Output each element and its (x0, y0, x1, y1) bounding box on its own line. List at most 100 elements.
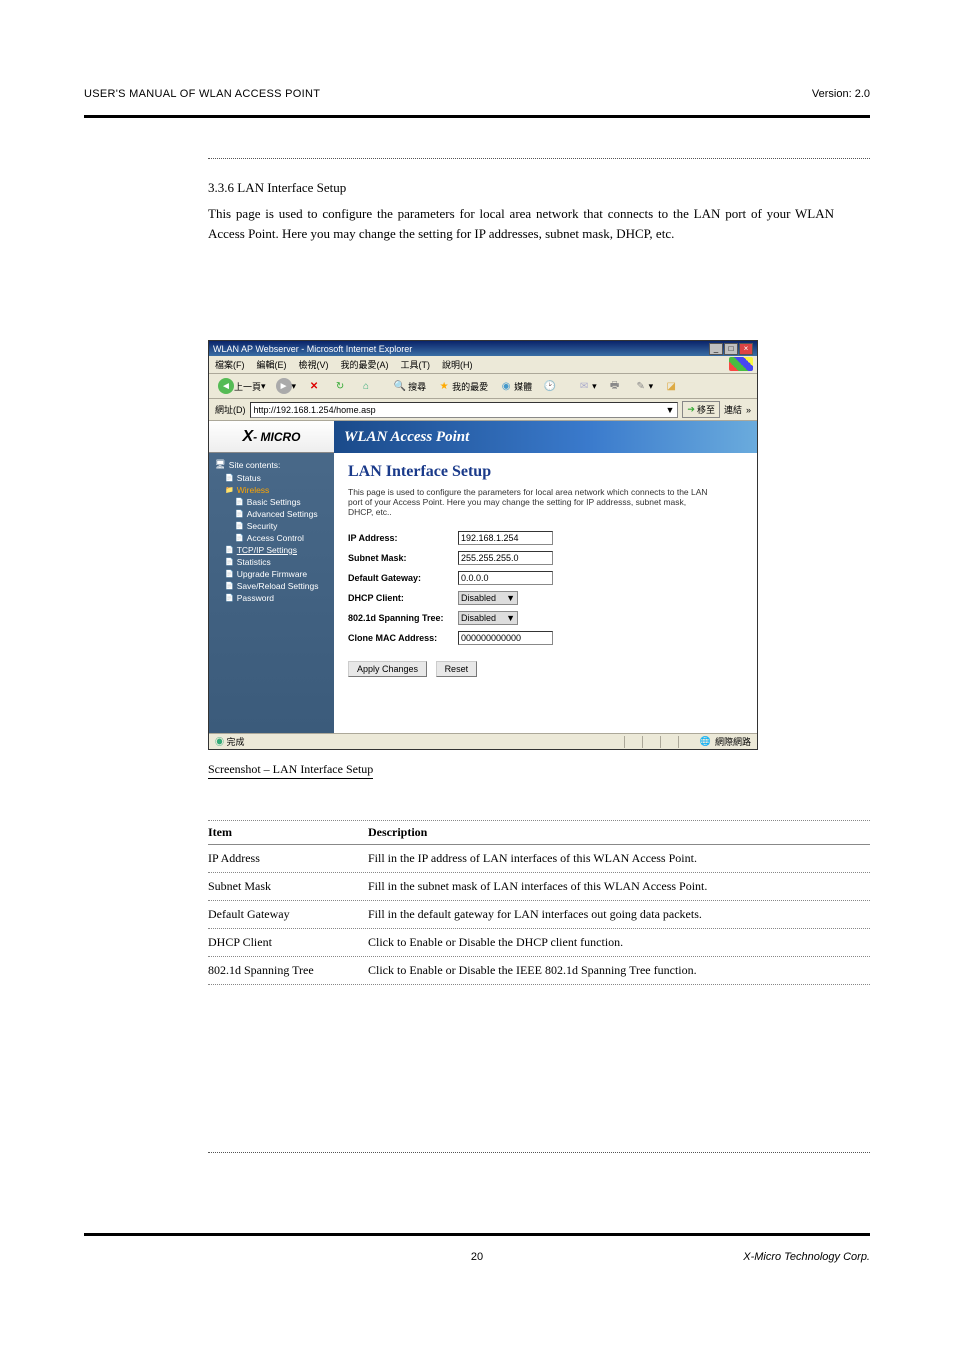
minimize-button[interactable]: _ (709, 343, 723, 355)
banner: WLAN Access Point (334, 421, 757, 453)
footer-rule (84, 1233, 870, 1241)
mail-icon: ✉ (576, 378, 592, 394)
gateway-label: Default Gateway: (348, 573, 458, 583)
forward-icon: ► (276, 378, 292, 394)
discuss-icon: ◪ (663, 378, 679, 394)
menu-file[interactable]: 檔案(F) (215, 358, 245, 371)
refresh-icon: ↻ (332, 378, 348, 394)
media-icon: ◉ (498, 378, 514, 394)
status-zone: 網際網路 (715, 735, 751, 748)
dhcp-label: DHCP Client: (348, 593, 458, 603)
table-row: IP Address Fill in the IP address of LAN… (208, 845, 870, 873)
tree-root: 🖥 Site contents: (211, 457, 332, 472)
footer-company: X-Micro Technology Corp. (743, 1251, 870, 1263)
menu-favorites[interactable]: 我的最愛(A) (341, 358, 389, 371)
screenshot: WLAN AP Webserver - Microsoft Internet E… (208, 340, 758, 750)
reset-button[interactable]: Reset (436, 661, 478, 677)
edit-button[interactable]: ✎▾ (630, 377, 657, 395)
sidebar-item-advanced[interactable]: Advanced Settings (233, 508, 332, 520)
sidebar-item-tcpip[interactable]: TCP/IP Settings (223, 544, 332, 556)
section-number: 3.3.6 LAN Interface Setup (208, 180, 834, 196)
discuss-button[interactable]: ◪ (660, 377, 682, 395)
definition-table: Item Description IP Address Fill in the … (208, 820, 870, 985)
forward-button[interactable]: ► ▾ (273, 377, 300, 395)
figure-caption: Screenshot – LAN Interface Setup (208, 762, 373, 779)
mail-button[interactable]: ✉▾ (573, 377, 600, 395)
done-icon: ◉ (215, 737, 224, 747)
window-titlebar: WLAN AP Webserver - Microsoft Internet E… (209, 341, 757, 356)
home-icon: ⌂ (358, 378, 374, 394)
star-icon: ★ (436, 378, 452, 394)
sidebar-item-status[interactable]: Status (223, 472, 332, 484)
dhcp-select[interactable]: Disabled▼ (458, 591, 518, 605)
media-button[interactable]: ◉媒體 (495, 377, 535, 395)
home-button[interactable]: ⌂ (355, 377, 377, 395)
header-rule (84, 110, 870, 118)
doc-header-left: USER'S MANUAL OF WLAN ACCESS POINT (84, 88, 320, 100)
sidebar-item-access[interactable]: Access Control (233, 532, 332, 544)
page-title: LAN Interface Setup (348, 463, 743, 481)
sidebar-item-stats[interactable]: Statistics (223, 556, 332, 568)
go-icon: ➔ (687, 404, 695, 415)
address-input[interactable]: http://192.168.1.254/home.asp▼ (250, 402, 679, 418)
col-header-item: Item (208, 825, 368, 840)
gateway-input[interactable]: 0.0.0.0 (458, 571, 553, 585)
chevron-icon[interactable]: » (746, 405, 751, 415)
window-title: WLAN AP Webserver - Microsoft Internet E… (213, 344, 412, 354)
table-row: 802.1d Spanning Tree Click to Enable or … (208, 957, 870, 985)
edit-icon: ✎ (633, 378, 649, 394)
stop-button[interactable]: ✕ (303, 377, 325, 395)
main-content: WLAN Access Point LAN Interface Setup Th… (334, 421, 757, 749)
search-button[interactable]: 🔍搜尋 (389, 377, 429, 395)
maximize-button[interactable]: □ (724, 343, 738, 355)
sidebar-item-upgrade[interactable]: Upgrade Firmware (223, 568, 332, 580)
subnet-label: Subnet Mask: (348, 553, 458, 563)
history-icon: 🕑 (542, 378, 558, 394)
sidebar-item-security[interactable]: Security (233, 520, 332, 532)
ip-input[interactable]: 192.168.1.254 (458, 531, 553, 545)
menu-help[interactable]: 說明(H) (442, 358, 473, 371)
back-icon: ◄ (218, 378, 234, 394)
close-button[interactable]: × (739, 343, 753, 355)
status-cell (660, 736, 678, 748)
sidebar: X- MICRO 🖥 Site contents: Status Wireles… (209, 421, 334, 749)
divider (208, 1152, 870, 1153)
toolbar: ◄上一頁 ▾ ► ▾ ✕ ↻ ⌂ 🔍搜尋 ★我的最愛 ◉媒體 🕑 ✉▾ 🖶 ✎▾… (209, 374, 757, 399)
status-text: 完成 (227, 737, 245, 747)
menu-view[interactable]: 檢視(V) (299, 358, 329, 371)
windows-logo-icon (729, 357, 753, 371)
mac-input[interactable]: 000000000000 (458, 631, 553, 645)
back-button[interactable]: ◄上一頁 ▾ (215, 377, 269, 395)
subnet-input[interactable]: 255.255.255.0 (458, 551, 553, 565)
spanning-select[interactable]: Disabled▼ (458, 611, 518, 625)
logo: X- MICRO (209, 421, 334, 453)
status-bar: ◉ 完成 🌐 網際網路 (209, 733, 757, 749)
sidebar-item-basic[interactable]: Basic Settings (233, 496, 332, 508)
refresh-button[interactable]: ↻ (329, 377, 351, 395)
apply-button[interactable]: Apply Changes (348, 661, 427, 677)
search-icon: 🔍 (392, 378, 408, 394)
internet-icon: 🌐 (700, 736, 711, 747)
go-button[interactable]: ➔移至 (682, 401, 720, 418)
doc-header-right: Version: 2.0 (812, 88, 870, 100)
sidebar-item-password[interactable]: Password (223, 592, 332, 604)
history-button[interactable]: 🕑 (539, 377, 561, 395)
page-description: This page is used to configure the param… (348, 487, 708, 517)
sidebar-item-wireless[interactable]: Wireless (223, 484, 332, 496)
print-button[interactable]: 🖶 (604, 377, 626, 395)
menu-edit[interactable]: 編輯(E) (257, 358, 287, 371)
address-label: 網址(D) (215, 403, 246, 416)
menu-bar: 檔案(F) 編輯(E) 檢視(V) 我的最愛(A) 工具(T) 說明(H) (209, 356, 757, 374)
status-cell (678, 736, 696, 748)
sidebar-item-savereload[interactable]: Save/Reload Settings (223, 580, 332, 592)
ip-label: IP Address: (348, 533, 458, 543)
table-row: Default Gateway Fill in the default gate… (208, 901, 870, 929)
favorites-button[interactable]: ★我的最愛 (433, 377, 491, 395)
links-label[interactable]: 連結 (724, 403, 742, 416)
chevron-down-icon: ▼ (506, 593, 515, 603)
table-row: Subnet Mask Fill in the subnet mask of L… (208, 873, 870, 901)
table-row: DHCP Client Click to Enable or Disable t… (208, 929, 870, 957)
divider (208, 158, 870, 159)
section-intro: This page is used to configure the param… (208, 204, 834, 243)
menu-tools[interactable]: 工具(T) (401, 358, 431, 371)
